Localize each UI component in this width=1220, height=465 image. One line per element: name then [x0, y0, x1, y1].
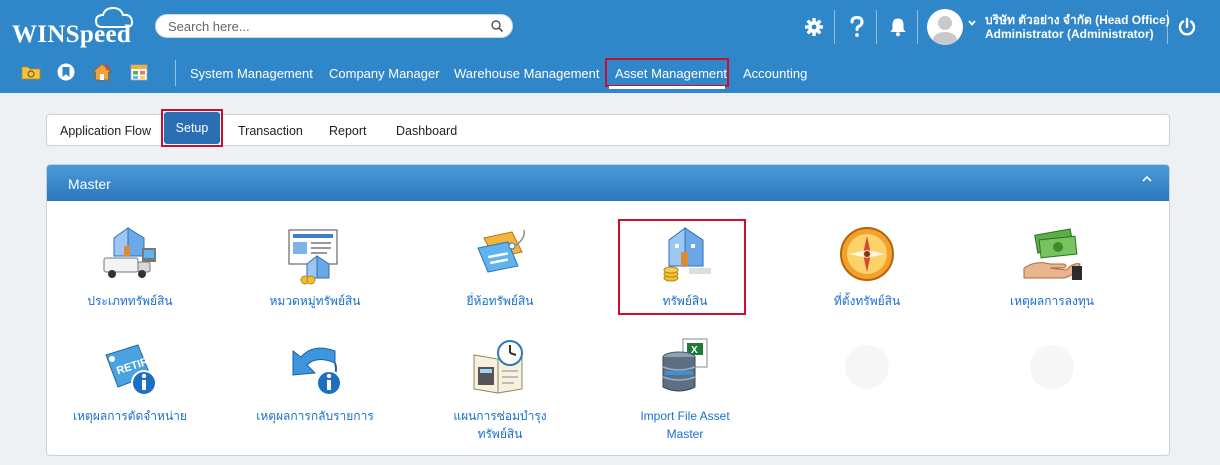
header-divider [876, 10, 877, 44]
panel-title: Master [68, 176, 111, 192]
tile-label-line2: Master [666, 427, 704, 441]
tab-setup[interactable]: Setup [164, 112, 220, 144]
tab-dashboard[interactable]: Dashboard [396, 124, 457, 138]
tab-transaction[interactable]: Transaction [238, 124, 303, 138]
search-icon[interactable] [490, 19, 504, 33]
tile-label: หมวดหมู่ทรัพย์สิน [269, 294, 361, 308]
money-hand-icon [1023, 228, 1082, 280]
tile-disposal-reason[interactable]: RETIRE เหตุผลการตัดจำหน่าย [50, 335, 210, 445]
compass-location-icon [840, 227, 894, 281]
tile-label-line2: ทรัพย์สิน [477, 427, 523, 441]
nav-active-underline [609, 86, 725, 89]
asset-brand-tag-icon [477, 229, 525, 273]
user-name: Administrator (Administrator) [985, 27, 1154, 41]
tile-asset-category[interactable]: หมวดหมู่ทรัพย์สิน [235, 222, 395, 332]
nav-warehouse-management[interactable]: Warehouse Management [454, 66, 600, 81]
gear-icon[interactable] [803, 14, 825, 40]
placeholder-icon [845, 345, 889, 389]
chevron-down-icon[interactable] [967, 18, 977, 28]
tile-label-line1: แผนการซ่อมบำรุง [453, 409, 547, 423]
tab-application-flow[interactable]: Application Flow [60, 124, 151, 138]
asset-category-icon [288, 229, 338, 285]
search-box[interactable] [155, 14, 513, 38]
import-excel-database-icon: X [662, 338, 708, 392]
avatar[interactable] [927, 9, 963, 45]
tile-import-asset-master[interactable]: X Import File Asset Master [605, 335, 765, 445]
asset-type-icon [103, 227, 156, 278]
help-icon[interactable] [846, 14, 868, 40]
reverse-arrow-icon [292, 347, 342, 396]
logo-text: WINSpeed [12, 21, 132, 48]
home-icon[interactable] [91, 62, 113, 82]
tile-label: เหตุผลการกลับรายการ [256, 409, 374, 423]
tile-reversal-reason[interactable]: เหตุผลการกลับรายการ [235, 335, 395, 445]
winspeed-logo[interactable]: WINSpeed [10, 5, 138, 53]
tile-asset-highlight [618, 219, 746, 315]
tile-label: ที่ตั้งทรัพย์สิน [833, 294, 901, 308]
nav-accounting[interactable]: Accounting [743, 66, 807, 81]
search-input[interactable] [168, 18, 478, 34]
tile-label: ประเภททรัพย์สิน [87, 294, 173, 308]
tile-asset-type[interactable]: ประเภททรัพย์สิน [50, 222, 210, 332]
header-divider [834, 10, 835, 44]
tile-placeholder [787, 335, 947, 445]
tile-investment-reason[interactable]: เหตุผลการลงทุน [972, 222, 1132, 332]
sub-tab-bar: Application Flow Setup Transaction Repor… [46, 109, 1170, 147]
tile-label: ยี่ห้อทรัพย์สิน [466, 294, 534, 308]
nav-system-management[interactable]: System Management [190, 66, 313, 81]
bell-icon[interactable] [887, 14, 909, 40]
top-header: WINSpeed Search here... บริษัท ตัวอย่าง … [0, 0, 1220, 93]
tile-label-line1: Import File Asset [640, 409, 730, 423]
chevron-up-icon[interactable] [1141, 173, 1153, 185]
power-icon[interactable] [1176, 14, 1198, 40]
master-panel: Master ประเภททรัพย์สิน หมวดหมู่ทรัพย์สิน… [46, 164, 1170, 456]
folder-icon[interactable] [20, 62, 42, 82]
bookmark-icon[interactable] [55, 62, 77, 82]
panel-header[interactable]: Master [47, 165, 1169, 201]
nav-company-manager[interactable]: Company Manager [329, 66, 440, 81]
tile-label: เหตุผลการลงทุน [1010, 294, 1094, 308]
header-divider [1167, 10, 1168, 44]
tab-report[interactable]: Report [329, 124, 367, 138]
calendar-grid-icon[interactable] [128, 62, 150, 82]
nav-divider [175, 60, 176, 86]
placeholder-icon [1030, 345, 1074, 389]
header-divider [917, 10, 918, 44]
maintenance-plan-icon [473, 340, 523, 394]
tile-maintenance-plan[interactable]: แผนการซ่อมบำรุง ทรัพย์สิน [420, 335, 580, 445]
tile-asset-location[interactable]: ที่ตั้งทรัพย์สิน [787, 222, 947, 332]
tile-placeholder [972, 335, 1132, 445]
nav-asset-management[interactable]: Asset Management [615, 66, 727, 81]
tile-label: เหตุผลการตัดจำหน่าย [73, 409, 187, 423]
tile-asset-brand[interactable]: ยี่ห้อทรัพย์สิน [420, 222, 580, 332]
retire-tag-icon: RETIRE [105, 344, 157, 396]
